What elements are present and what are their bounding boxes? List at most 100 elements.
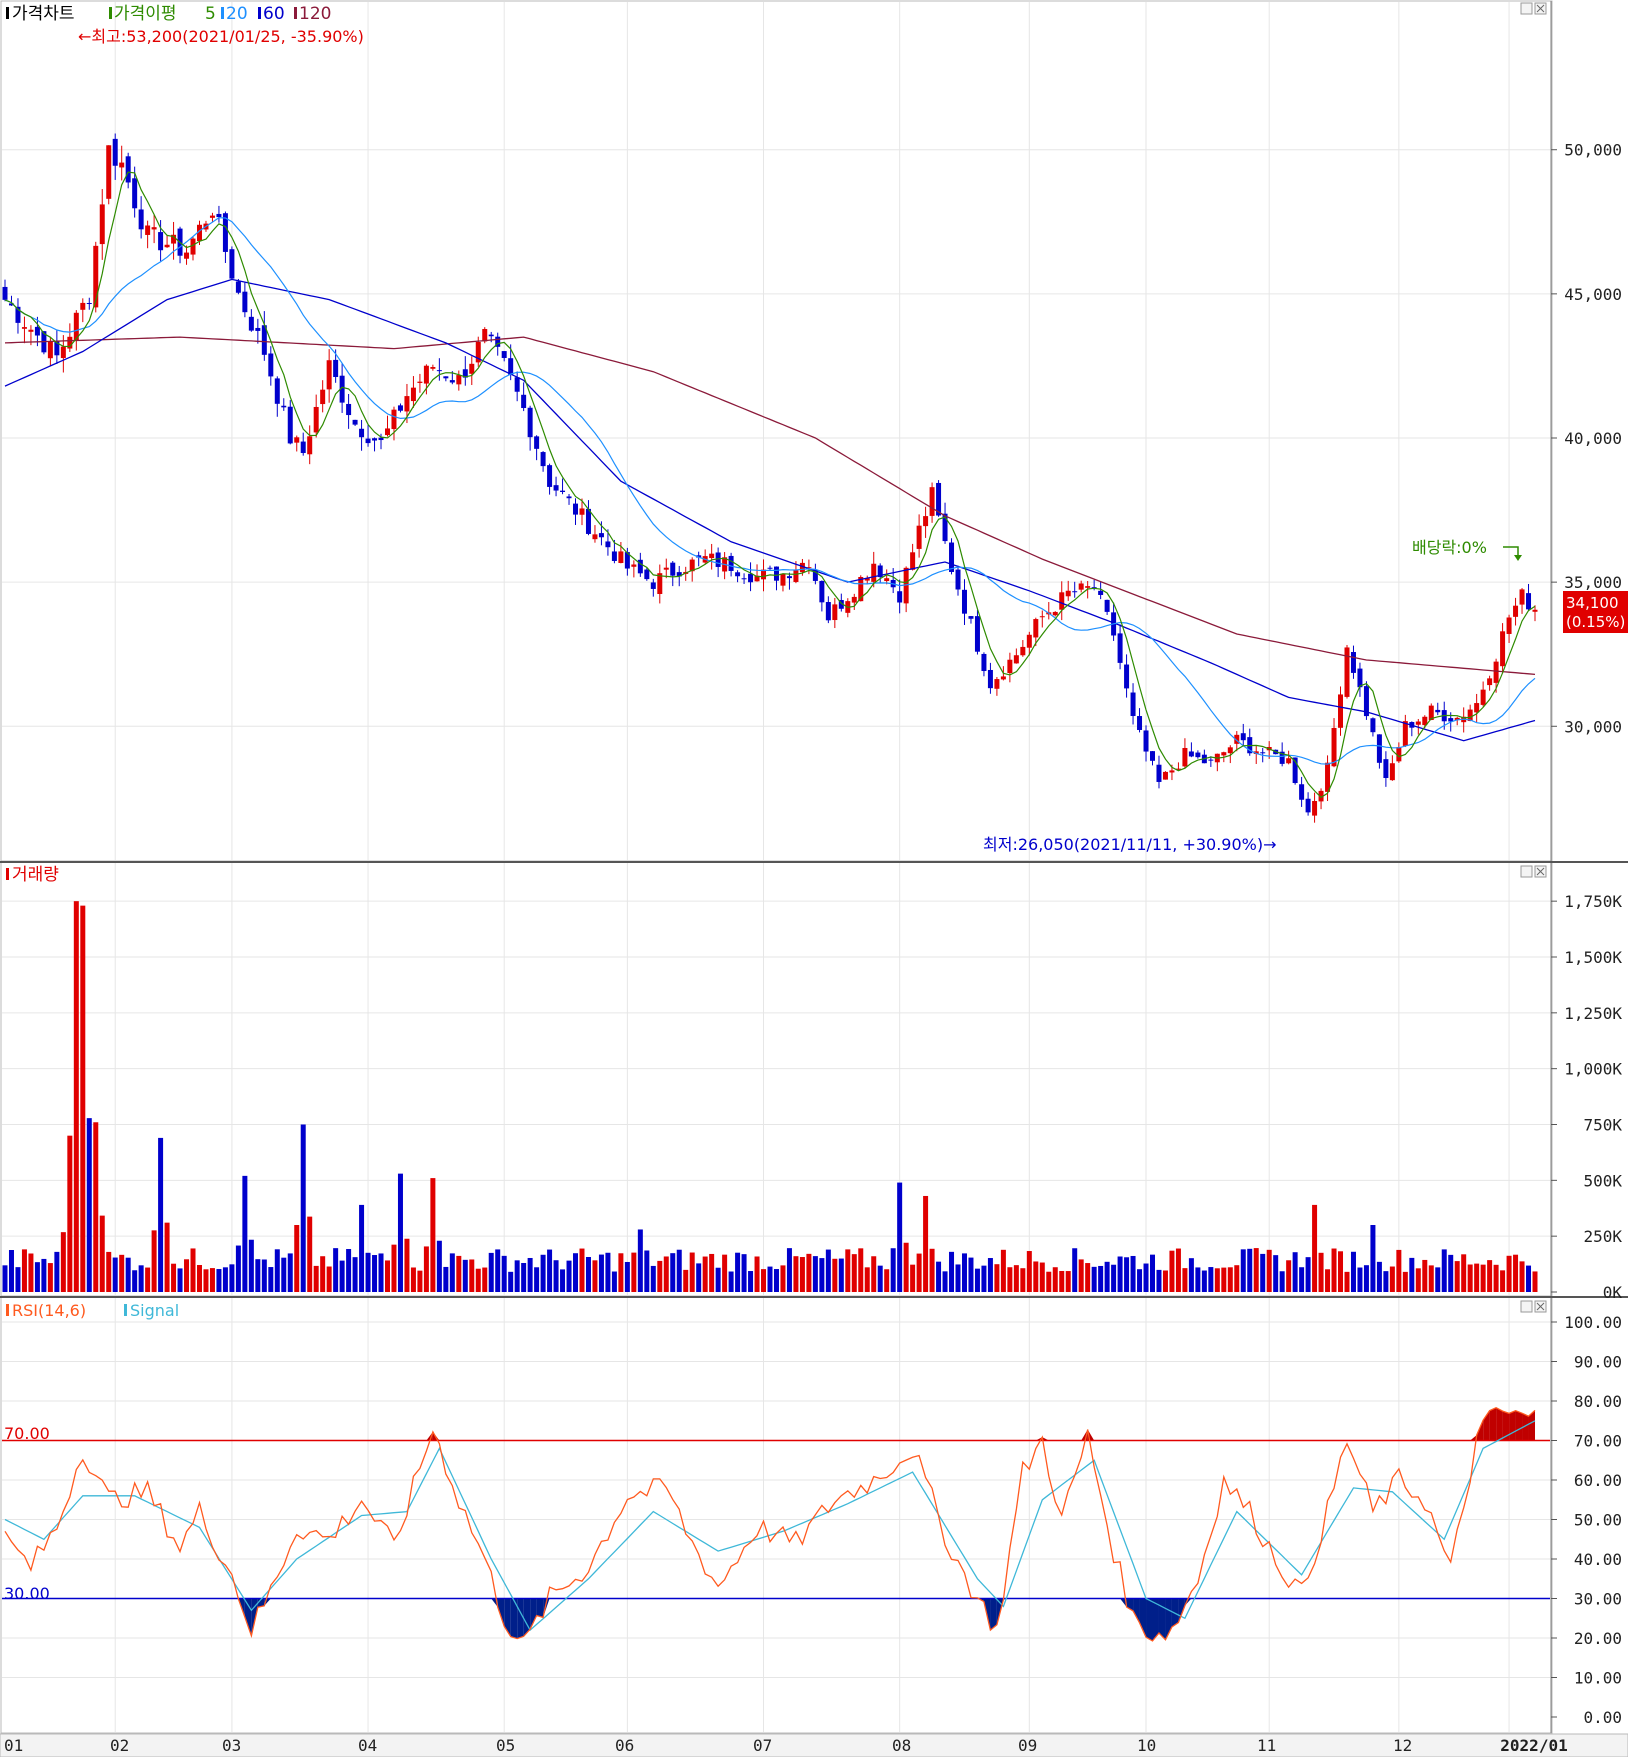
volume-bar — [534, 1267, 540, 1292]
candle-body — [320, 389, 326, 405]
minimize-icon[interactable] — [1520, 1300, 1533, 1313]
volume-bar — [864, 1267, 870, 1292]
volume-bar — [158, 1137, 164, 1292]
volume-bar — [456, 1255, 462, 1292]
candle-body — [34, 326, 40, 336]
candle-body — [1493, 661, 1499, 683]
candle-body — [1480, 689, 1486, 705]
candle-body — [851, 596, 857, 603]
volume-bar — [806, 1253, 812, 1292]
candle-body — [1344, 647, 1350, 697]
candle-body — [521, 394, 527, 409]
volume-bar — [449, 1253, 455, 1292]
candle-body — [825, 602, 831, 621]
volume-bar — [1007, 1267, 1013, 1292]
candle-body — [255, 327, 261, 331]
volume-bar — [423, 1246, 429, 1292]
volume-bar — [1363, 1265, 1369, 1292]
candle-body — [47, 341, 53, 359]
volume-bar — [1150, 1254, 1155, 1292]
volume-bar — [838, 1258, 844, 1292]
volume-bar — [274, 1249, 280, 1292]
candle-body — [1305, 798, 1311, 813]
rsi-tick-label: 90.00 — [1574, 1353, 1622, 1372]
volume-bar — [761, 1269, 767, 1292]
volume-bar — [1085, 1263, 1091, 1292]
candle-body — [385, 428, 390, 436]
candle-body — [287, 406, 293, 444]
volume-bar — [1480, 1264, 1486, 1292]
price-tick-label: 35,000 — [1564, 573, 1622, 592]
volume-tick-label: 1,500K — [1564, 948, 1622, 967]
volume-bar — [884, 1269, 890, 1292]
volume-bar — [929, 1248, 935, 1292]
candle-body — [216, 213, 222, 218]
candle-body — [1376, 734, 1382, 763]
volume-bar — [1111, 1264, 1117, 1292]
volume-bar — [1305, 1257, 1311, 1292]
candle-body — [346, 403, 352, 416]
volume-bar — [1065, 1271, 1071, 1292]
volume-bar — [1493, 1264, 1499, 1292]
candle-body — [352, 419, 358, 425]
x-axis-label: 03 — [222, 1736, 241, 1755]
candle-body — [1117, 633, 1123, 663]
volume-bar — [1124, 1257, 1130, 1292]
candle-body — [333, 359, 339, 378]
volume-bar — [171, 1263, 177, 1292]
volume-bar — [209, 1268, 215, 1292]
volume-bar — [339, 1260, 345, 1292]
volume-bar — [521, 1262, 527, 1292]
x-axis-label: 05 — [496, 1736, 515, 1755]
candle-body — [1506, 617, 1512, 634]
volume-bar — [203, 1269, 209, 1292]
rsi-overbought-area — [1515, 1410, 1523, 1441]
volume-bar — [573, 1253, 579, 1292]
volume-bar — [741, 1254, 747, 1292]
volume-bar — [1526, 1265, 1532, 1292]
candle-body — [1033, 619, 1039, 638]
candle-body — [1240, 733, 1246, 741]
volume-bar — [125, 1257, 131, 1292]
candle-body — [1059, 592, 1065, 610]
volume-bar — [443, 1266, 449, 1292]
candle-body — [968, 616, 974, 619]
volume-bar — [320, 1256, 326, 1292]
volume-bar — [598, 1254, 604, 1292]
volume-bar — [8, 1250, 14, 1292]
price-tick-label: 30,000 — [1564, 717, 1622, 736]
candle-body — [981, 653, 987, 672]
minimize-icon[interactable] — [1520, 2, 1533, 15]
volume-bar — [1441, 1249, 1447, 1292]
legend-marker — [6, 868, 9, 880]
volume-bar — [1156, 1269, 1162, 1292]
rsi-tick-label: 20.00 — [1574, 1629, 1622, 1648]
x-axis-label: 08 — [892, 1736, 911, 1755]
volume-bar — [365, 1252, 371, 1292]
volume-bar — [86, 1118, 92, 1292]
volume-bar — [190, 1248, 196, 1292]
volume-bar — [1402, 1271, 1408, 1292]
volume-bar — [469, 1259, 475, 1292]
rsi-tick-label: 30.00 — [1574, 1590, 1622, 1609]
candle-body — [86, 303, 92, 305]
volume-bar — [1260, 1253, 1266, 1292]
volume-bar — [73, 901, 79, 1292]
minimize-icon[interactable] — [1520, 865, 1533, 878]
rsi-tick-label: 10.00 — [1574, 1669, 1622, 1688]
volume-bar — [851, 1254, 857, 1292]
candle-body — [1137, 716, 1143, 730]
volume-bar — [592, 1260, 598, 1292]
candle-body — [618, 551, 624, 564]
volume-bar — [1013, 1265, 1019, 1292]
candle-body — [1052, 611, 1058, 616]
volume-bar — [1344, 1271, 1350, 1292]
legend-marker — [109, 7, 112, 19]
volume-panel-title: 거래량 — [12, 865, 59, 885]
volume-bar — [683, 1269, 689, 1292]
ma60-legend: 60 — [263, 4, 285, 24]
volume-bar — [475, 1268, 481, 1292]
volume-bar — [799, 1257, 805, 1292]
volume-tick-label: 250K — [1583, 1227, 1622, 1246]
volume-bar — [611, 1271, 617, 1292]
